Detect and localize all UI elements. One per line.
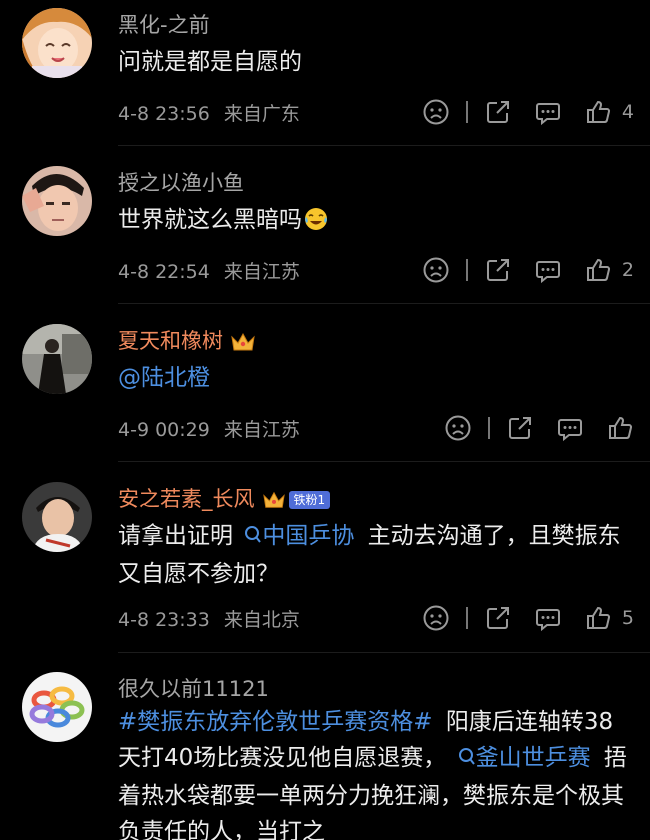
reply-icon[interactable] xyxy=(534,256,562,284)
divider xyxy=(118,145,650,146)
username[interactable]: 夏天和橡树 xyxy=(118,325,257,355)
comment-location: 来自北京 xyxy=(223,609,300,631)
username[interactable]: 黑化-之前 xyxy=(118,9,210,39)
avatar[interactable] xyxy=(22,482,92,552)
divider xyxy=(118,303,650,304)
like-button[interactable]: 4 xyxy=(584,98,634,126)
like-count: 2 xyxy=(621,259,634,281)
divider xyxy=(465,259,468,281)
reply-icon[interactable] xyxy=(534,98,562,126)
comment-time: 4-8 23:33 xyxy=(118,609,210,631)
like-button[interactable]: 2 xyxy=(584,256,634,284)
comment-3: 夏天和橡树 @陆北橙 4-9 00:29 来自江苏 xyxy=(0,316,650,466)
comment-text-body: 世界就这么黑暗吗 xyxy=(118,207,302,233)
divider xyxy=(118,652,650,653)
thumbs-up-icon xyxy=(586,258,610,281)
comment-location: 来自江苏 xyxy=(223,261,300,283)
comment-actions: 5 xyxy=(422,603,634,633)
comment-2: 授之以渔小鱼 世界就这么黑暗吗 4-8 22:54 来自江苏 2 xyxy=(0,158,650,308)
comment-time: 4-8 22:54 xyxy=(118,261,210,283)
divider xyxy=(465,101,468,123)
share-icon[interactable] xyxy=(506,414,534,442)
comment-meta: 4-8 23:56 来自广东 xyxy=(118,99,300,126)
comment-text: 请拿出证明 中国乒协 主动去沟通了，且樊振东又自愿不参加？ xyxy=(118,518,633,592)
thumbs-up-icon xyxy=(586,606,610,629)
comment-meta: 4-8 22:54 来自江苏 xyxy=(118,257,300,284)
topic-link-text: 中国乒协 xyxy=(262,523,355,549)
mention-link[interactable]: @陆北橙 xyxy=(118,360,633,396)
username-text: 安之若素_长风 xyxy=(118,487,255,511)
comment-actions xyxy=(444,413,634,443)
comment-location: 来自广东 xyxy=(223,103,300,125)
dislike-icon[interactable] xyxy=(422,604,450,632)
crying-laughing-emoji-icon xyxy=(304,206,328,242)
comment-1: 黑化-之前 问就是都是自愿的 4-8 23:56 来自广东 4 xyxy=(0,0,650,150)
comment-time: 4-9 00:29 xyxy=(118,419,210,441)
like-count: 5 xyxy=(621,607,634,629)
username[interactable]: 安之若素_长风 铁粉1 xyxy=(118,483,331,513)
crown-icon xyxy=(229,330,257,354)
comment-4: 安之若素_长风 铁粉1 请拿出证明 中国乒协 主动去沟通了，且樊振东又自愿不参加… xyxy=(0,474,650,664)
topic-link[interactable]: 中国乒协 xyxy=(240,523,354,549)
comment-actions: 4 xyxy=(422,97,634,127)
comment-text-segment: 请拿出证明 xyxy=(118,523,233,549)
username-text: 夏天和橡树 xyxy=(118,329,223,353)
dislike-icon[interactable] xyxy=(422,256,450,284)
comment-location: 来自江苏 xyxy=(223,419,300,441)
avatar[interactable] xyxy=(22,672,92,742)
topic-link[interactable]: 釜山世乒赛 xyxy=(454,745,591,771)
like-count: 4 xyxy=(621,101,634,123)
fan-badge: 铁粉1 xyxy=(288,491,331,509)
topic-link-text: 釜山世乒赛 xyxy=(475,745,591,771)
comment-text: 问就是都是自愿的 xyxy=(118,49,302,75)
divider xyxy=(488,417,490,439)
reply-icon[interactable] xyxy=(556,414,584,442)
comment-text: 世界就这么黑暗吗 xyxy=(118,202,633,242)
comment-text: #樊振东放弃伦敦世乒赛资格# 阳康后连轴转38天打40场比赛没见他自愿退赛， 釜… xyxy=(118,704,633,840)
divider xyxy=(118,461,650,462)
share-icon[interactable] xyxy=(484,256,512,284)
crown-icon: 铁粉1 xyxy=(261,489,331,511)
comment-meta: 4-9 00:29 来自江苏 xyxy=(118,415,300,442)
thumbs-up-icon xyxy=(609,416,633,439)
avatar[interactable] xyxy=(22,8,92,78)
share-icon[interactable] xyxy=(484,604,512,632)
comment-time: 4-8 23:56 xyxy=(118,103,210,125)
avatar[interactable] xyxy=(22,166,92,236)
hashtag-link[interactable]: #樊振东放弃伦敦世乒赛资格# xyxy=(118,709,433,735)
like-button[interactable]: 5 xyxy=(584,604,634,632)
like-button[interactable] xyxy=(606,414,634,442)
thumbs-up-icon xyxy=(586,100,610,123)
dislike-icon[interactable] xyxy=(444,414,472,442)
divider xyxy=(465,607,468,629)
username[interactable]: 很久以前11121 xyxy=(118,673,269,703)
avatar[interactable] xyxy=(22,324,92,394)
comment-meta: 4-8 23:33 来自北京 xyxy=(118,605,300,632)
share-icon[interactable] xyxy=(484,98,512,126)
comment-5: 很久以前11121 #樊振东放弃伦敦世乒赛资格# 阳康后连轴转38天打40场比赛… xyxy=(0,664,650,840)
search-icon xyxy=(244,520,262,556)
dislike-icon[interactable] xyxy=(422,98,450,126)
reply-icon[interactable] xyxy=(534,604,562,632)
username[interactable]: 授之以渔小鱼 xyxy=(118,167,244,197)
comment-actions: 2 xyxy=(422,255,634,285)
search-icon xyxy=(458,742,476,778)
